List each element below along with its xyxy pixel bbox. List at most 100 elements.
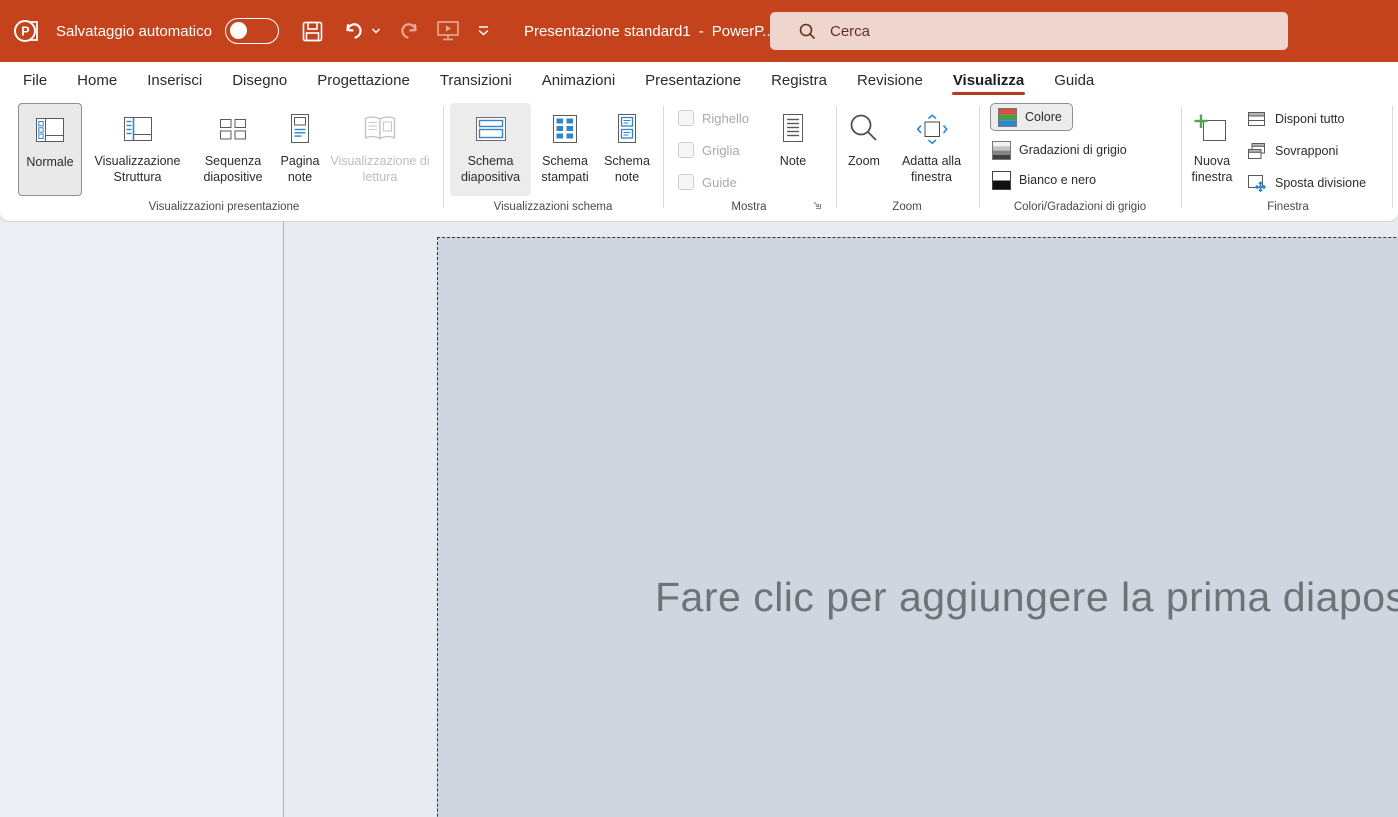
cascade-button[interactable]: Sovrapponi [1246,140,1338,162]
search-placeholder: Cerca [830,23,870,40]
handout-master-label: Schema stampati [533,153,597,186]
black-white-label: Bianco e nero [1019,173,1096,187]
zoom-icon [847,106,881,152]
group-separator [1392,106,1393,208]
grayscale-label: Gradazioni di grigio [1019,143,1127,157]
arrange-all-icon [1246,109,1267,129]
slide-sorter-button[interactable]: Sequenza diapositive [193,103,273,196]
slide-master-icon [473,106,509,152]
tab-visualizza-label: Visualizza [953,72,1024,89]
ruler-label: Righello [702,111,749,126]
ribbon: Normale Visualizzazione Struttura [0,98,1398,222]
grayscale-button[interactable]: Gradazioni di grigio [992,139,1127,161]
tab-disegno[interactable]: Disegno [231,62,288,98]
search-input[interactable]: Cerca [770,12,1288,50]
normal-view-icon [33,107,67,153]
group-separator [836,106,837,208]
slideshow-icon [435,19,461,43]
show-group-label: Mostra [667,201,831,213]
powerpoint-window: P Salvataggio automatico [0,0,1398,817]
save-icon[interactable] [301,20,324,43]
tab-home[interactable]: Home [76,62,118,98]
new-window-button[interactable]: Nuova finestra [1186,103,1238,196]
notes-icon [777,106,809,152]
move-split-button[interactable]: Sposta divisione [1246,172,1366,194]
zoom-label: Zoom [848,153,880,169]
slide-master-button[interactable]: Schema diapositiva [450,103,531,196]
slide-canvas[interactable]: Fare clic per aggiungere la prima diapos… [437,237,1398,817]
slide-sorter-label: Sequenza diapositive [193,153,273,186]
tab-presentazione[interactable]: Presentazione [644,62,742,98]
slide-placeholder-text[interactable]: Fare clic per aggiungere la prima diapos… [655,574,1398,621]
undo-icon[interactable] [342,19,366,43]
notes-page-button[interactable]: Pagina note [275,103,325,196]
color-button[interactable]: Colore [990,103,1073,131]
autosave-label: Salvataggio automatico [56,23,212,40]
zoom-button[interactable]: Zoom [841,103,887,196]
group-separator [443,106,444,208]
redo-icon [397,19,421,43]
tab-registra[interactable]: Registra [770,62,828,98]
search-icon [798,22,817,41]
group-separator [979,106,980,208]
move-split-label: Sposta divisione [1275,176,1366,190]
group-separator [663,106,664,208]
outline-view-icon [121,106,155,152]
notes-page-label: Pagina note [275,153,325,186]
tab-progettazione[interactable]: Progettazione [316,62,411,98]
window-group-label: Finestra [1184,201,1392,213]
color-group-label: Colori/Gradazioni di grigio [982,201,1178,213]
group-separator [1181,106,1182,208]
black-white-button[interactable]: Bianco e nero [992,169,1096,191]
normal-view-button[interactable]: Normale [18,103,82,196]
document-title: Presentazione standard1 - PowerP... [524,23,775,40]
notes-master-icon [611,106,643,152]
grid-checkbox-row: Griglia [678,140,740,160]
tab-revisione[interactable]: Revisione [856,62,924,98]
undo-dropdown-chevron-icon[interactable] [371,26,381,36]
fit-to-window-label: Adatta alla finestra [889,153,974,186]
svg-text:P: P [21,25,29,39]
guides-label: Guide [702,175,737,190]
notes-master-button[interactable]: Schema note [599,103,655,196]
cascade-icon [1246,141,1267,161]
black-white-icon [992,171,1011,190]
reading-view-icon [361,106,399,152]
grid-label: Griglia [702,143,740,158]
color-icon [998,108,1017,127]
tab-inserisci[interactable]: Inserisci [146,62,203,98]
grayscale-icon [992,141,1011,160]
title-separator: - [699,23,704,40]
autosave-toggle[interactable] [225,18,279,44]
ruler-checkbox [678,110,694,126]
normal-view-label: Normale [26,154,73,170]
workspace: Fare clic per aggiungere la prima diapos… [0,222,1398,817]
fit-to-window-icon [914,106,950,152]
active-tab-underline [952,92,1025,95]
tab-visualizza[interactable]: Visualizza [952,62,1025,98]
handout-master-button[interactable]: Schema stampati [533,103,597,196]
powerpoint-logo-icon[interactable]: P [12,16,42,46]
notes-button[interactable]: Note [769,103,817,196]
customize-toolbar-icon[interactable] [477,25,490,37]
master-group-label: Visualizzazioni schema [447,201,659,213]
slide-master-label: Schema diapositiva [450,153,531,186]
arrange-all-button[interactable]: Disponi tutto [1246,108,1344,130]
new-window-icon [1193,106,1231,152]
slide-thumbnails-panel[interactable] [0,222,284,817]
notes-master-label: Schema note [599,153,655,186]
app-name: PowerP... [712,23,775,40]
cascade-label: Sovrapponi [1275,144,1338,158]
outline-view-button[interactable]: Visualizzazione Struttura [84,103,191,196]
tab-animazioni[interactable]: Animazioni [541,62,616,98]
guides-checkbox [678,174,694,190]
reading-view-button: Visualizzazione di lettura [327,103,433,196]
reading-view-label: Visualizzazione di lettura [327,153,433,186]
tab-transizioni[interactable]: Transizioni [439,62,513,98]
ribbon-tab-bar: File Home Inserisci Disegno Progettazion… [0,62,1398,98]
ruler-checkbox-row: Righello [678,108,749,128]
fit-to-window-button[interactable]: Adatta alla finestra [889,103,974,196]
tab-guida[interactable]: Guida [1053,62,1095,98]
tab-file[interactable]: File [22,62,48,98]
title-bar: P Salvataggio automatico [0,0,1398,62]
